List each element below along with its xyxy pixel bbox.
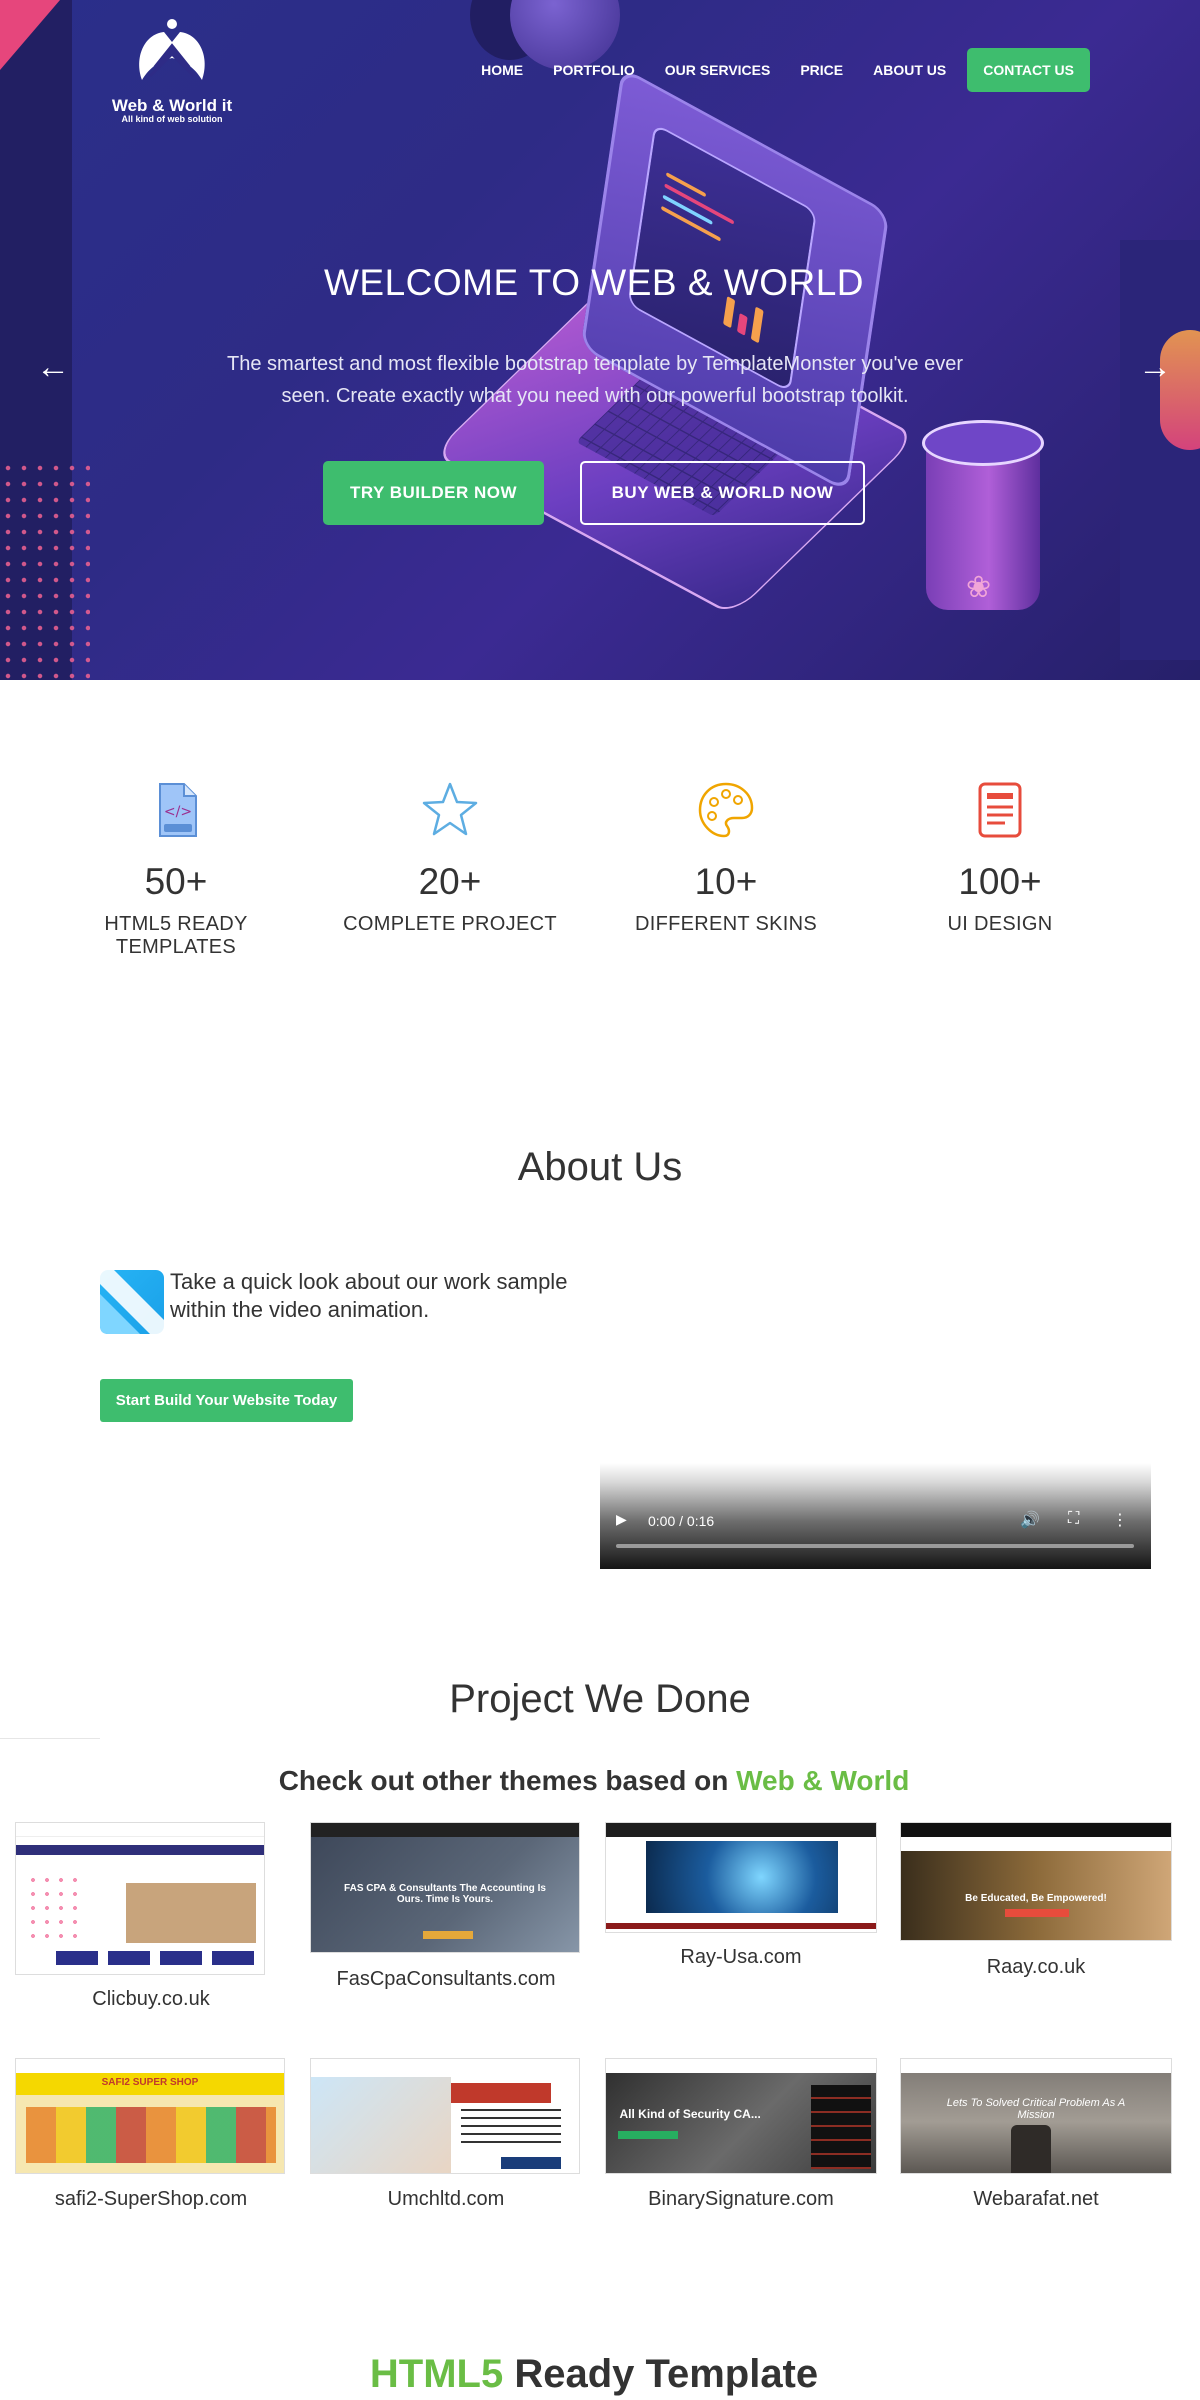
coffee-cup-illustration: ❀ [922, 410, 1044, 610]
video-progress-track[interactable] [616, 1544, 1134, 1548]
brand-tagline: All kind of web solution [121, 114, 223, 124]
more-options-icon[interactable]: ⋮ [1112, 1510, 1128, 1530]
brand-logo[interactable]: Web & World it All kind of web solution [102, 18, 242, 126]
stat-label: COMPLETE PROJECT [343, 913, 557, 935]
project-thumbnail-binarysignature[interactable]: All Kind of Security CA... [605, 2058, 877, 2174]
about-title: About Us [517, 1145, 683, 1189]
document-icon [978, 782, 1022, 838]
projects-subtitle: Check out other themes based on Web & Wo… [0, 1765, 1188, 1797]
hero-dot-pattern [0, 460, 90, 680]
project-label[interactable]: Clicbuy.co.uk [11, 1988, 291, 2011]
hero-title: WELCOME TO WEB & WORLD [323, 262, 865, 303]
project-label[interactable]: Webarafat.net [896, 2188, 1176, 2211]
templates-title-highlight: HTML5 [369, 2352, 504, 2396]
stat-projects: 20+ COMPLETE PROJECT [320, 780, 580, 936]
stat-label: DIFFERENT SKINS [635, 913, 817, 935]
arrow-right-icon[interactable]: → [1128, 350, 1182, 384]
star-icon [422, 782, 478, 836]
nav-about-us[interactable]: ABOUT US [858, 62, 961, 78]
project-thumbnail-safi2[interactable]: SAFI2 SUPER SHOP [15, 2058, 285, 2174]
project-thumbnail-webarafat[interactable]: Lets To Solved Critical Problem As A Mis… [900, 2058, 1172, 2174]
hero-subtitle: The smartest and most flexible bootstrap… [226, 353, 964, 407]
stat-ui-design: 100+ UI DESIGN [870, 780, 1130, 936]
video-time: 0:00 / 0:16 [648, 1513, 715, 1529]
project-thumbnail-umchltd[interactable] [310, 2058, 580, 2174]
thumbnail-caption: Be Educated, Be Empowered! [965, 1893, 1107, 1904]
start-build-button[interactable]: Start Build Your Website Today [100, 1379, 353, 1422]
stat-skins: 10+ DIFFERENT SKINS [596, 780, 856, 936]
project-label[interactable]: Ray-Usa.com [601, 1946, 881, 1969]
nav-our-services[interactable]: OUR SERVICES [650, 62, 786, 78]
html-file-icon: </> [159, 783, 197, 837]
hero-section: ❀ Web & World it All kind of web solutio… [0, 0, 1200, 680]
project-label[interactable]: Raay.co.uk [896, 1956, 1176, 1979]
nav-portfolio[interactable]: PORTFOLIO [538, 62, 650, 78]
cup-lid [922, 420, 1044, 466]
project-label[interactable]: Umchltd.com [306, 2188, 586, 2211]
svg-text:</>: </> [164, 804, 192, 820]
about-logo-icon [100, 1270, 164, 1334]
palette-icon [698, 782, 754, 838]
buy-web-world-button[interactable]: BUY WEB & WORLD NOW [580, 461, 865, 525]
video-player[interactable]: ▶ 0:00 / 0:16 🔊 ⛶ ⋮ [600, 1463, 1151, 1569]
thumbnail-caption: FAS CPA & Consultants The Accounting Is … [344, 1883, 546, 1905]
paw-icon: ❀ [966, 571, 992, 604]
project-label[interactable]: FasCpaConsultants.com [306, 1968, 586, 1991]
logo-mark-icon [139, 19, 205, 80]
subtitle-prefix: Check out other themes based on [278, 1765, 737, 1796]
main-nav: HOME PORTFOLIO OUR SERVICES PRICE ABOUT … [466, 48, 1090, 92]
stat-value: 10+ [694, 861, 758, 902]
stat-value: 50+ [144, 861, 208, 902]
templates-title: HTML5 Ready Template [0, 2352, 1188, 2397]
thumbnail-caption: All Kind of Security CA... [619, 2107, 761, 2121]
stat-label: UI DESIGN [947, 913, 1053, 935]
project-label[interactable]: safi2-SuperShop.com [11, 2188, 291, 2211]
nav-home[interactable]: HOME [466, 62, 538, 78]
subtitle-highlight[interactable]: Web & World [736, 1765, 909, 1796]
thumbnail-caption: SAFI2 SUPER SHOP [101, 2077, 199, 2088]
try-builder-button[interactable]: TRY BUILDER NOW [323, 461, 544, 525]
project-label[interactable]: BinarySignature.com [601, 2188, 881, 2211]
arrow-left-icon[interactable]: ← [26, 350, 80, 384]
nav-price[interactable]: PRICE [785, 62, 858, 78]
stat-templates: </> 50+ HTML5 READY TEMPLATES [46, 780, 306, 959]
project-thumbnail-clicbuy[interactable] [15, 1822, 265, 1975]
hero-pink-triangle [0, 0, 60, 70]
stat-value: 20+ [418, 861, 482, 902]
play-icon[interactable]: ▶ [616, 1511, 627, 1528]
fullscreen-icon[interactable]: ⛶ [1068, 1510, 1079, 1528]
about-description: Take a quick look about our work sample … [170, 1269, 568, 1322]
stat-value: 100+ [958, 861, 1042, 902]
project-thumbnail-raay[interactable]: Be Educated, Be Empowered! [900, 1822, 1172, 1941]
divider-line [0, 1738, 100, 1739]
project-thumbnail-fascpa[interactable]: FAS CPA & Consultants The Accounting Is … [310, 1822, 580, 1953]
templates-title-rest: Ready Template [503, 2352, 819, 2396]
projects-title: Project We Done [449, 1677, 751, 1721]
project-thumbnail-rayusa[interactable] [605, 1822, 877, 1933]
nav-contact-button[interactable]: CONTACT US [967, 48, 1090, 92]
volume-icon[interactable]: 🔊 [1020, 1510, 1040, 1530]
stat-label: HTML5 READY TEMPLATES [104, 913, 248, 958]
thumbnail-caption: Lets To Solved Critical Problem As A Mis… [946, 2097, 1126, 2121]
brand-name: Web & World it [111, 96, 233, 115]
